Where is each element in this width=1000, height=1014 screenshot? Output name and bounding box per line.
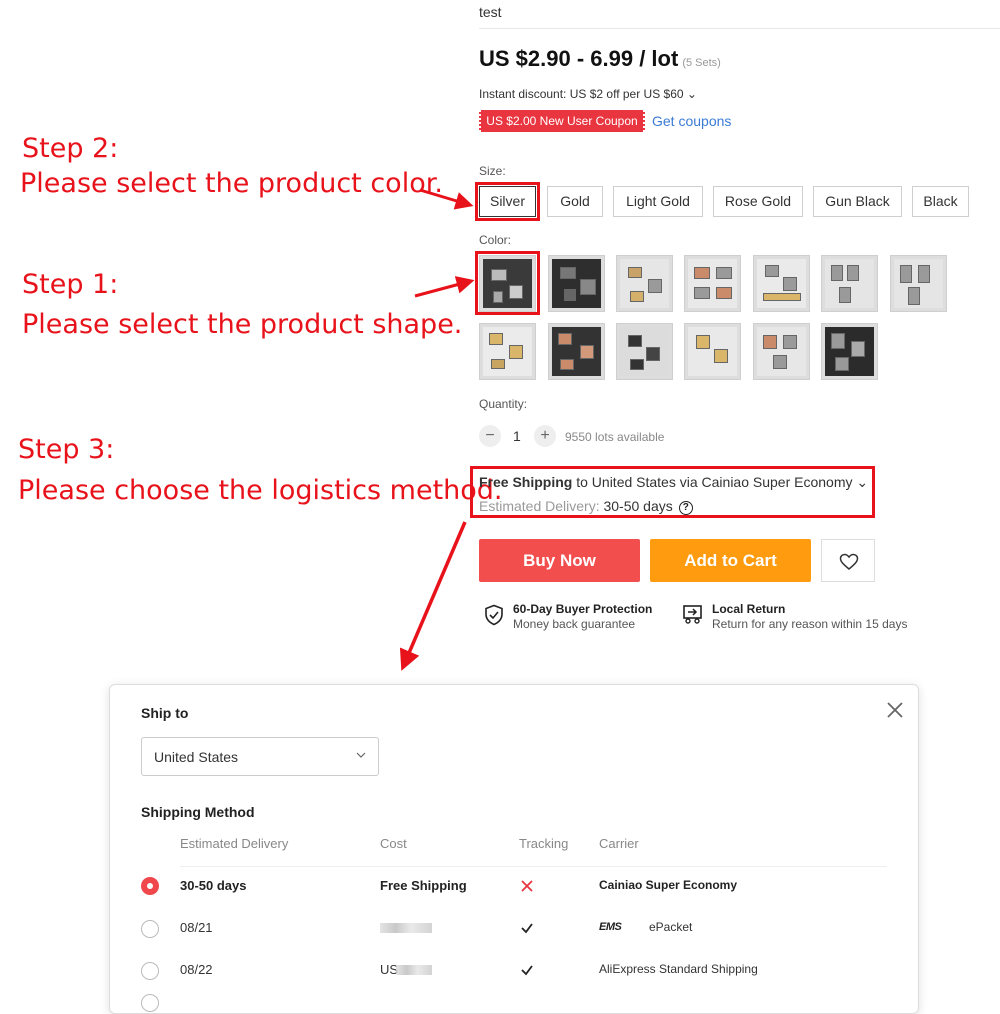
local-return-title: Local Return — [712, 602, 786, 616]
shipping-option-radio-3[interactable] — [141, 962, 159, 980]
step1-title: Step 1: — [22, 269, 119, 300]
size-option-black[interactable]: Black — [912, 186, 969, 217]
price: US $2.90 - 6.99 / lot (5 Sets) — [479, 46, 721, 72]
quantity-label: Quantity: — [479, 397, 528, 411]
step2-highlight-box — [475, 182, 540, 221]
shipping-option-radio-1[interactable] — [141, 877, 159, 895]
shipping-option-radio-2[interactable] — [141, 920, 159, 938]
row2-carrier: ePacket — [649, 920, 693, 934]
size-option-rose-gold[interactable]: Rose Gold — [713, 186, 803, 217]
size-label: Size: — [479, 164, 506, 178]
header-carrier: Carrier — [599, 836, 639, 851]
row2-cost-blurred — [380, 923, 432, 933]
step2-text: Please select the product color. — [20, 168, 443, 199]
coupon-badge: US $2.00 New User Coupon — [479, 110, 645, 132]
divider — [479, 28, 1000, 29]
buy-now-button[interactable]: Buy Now — [479, 539, 640, 582]
no-tracking-icon — [521, 880, 533, 892]
color-label: Color: — [479, 233, 512, 247]
step1-arrow — [414, 276, 475, 298]
row1-cost: Free Shipping — [380, 878, 467, 893]
color-swatch-10[interactable] — [616, 323, 673, 380]
step1-text: Please select the product shape. — [22, 309, 463, 340]
row1-delivery: 30-50 days — [180, 878, 247, 893]
lots-available: 9550 lots available — [565, 430, 665, 444]
add-to-cart-button[interactable]: Add to Cart — [650, 539, 811, 582]
step1-highlight-box — [475, 251, 540, 315]
buyer-protection-title: 60-Day Buyer Protection — [513, 602, 653, 616]
color-swatch-8[interactable] — [479, 323, 536, 380]
country-value: United States — [154, 749, 239, 765]
row3-delivery: 08/22 — [180, 962, 213, 977]
header-divider — [180, 866, 887, 867]
step2-title: Step 2: — [22, 133, 119, 164]
get-coupons-link[interactable]: Get coupons — [652, 113, 731, 129]
row2-delivery: 08/21 — [180, 920, 213, 935]
color-swatch-3[interactable] — [616, 255, 673, 312]
close-icon[interactable] — [885, 700, 905, 720]
color-swatch-6[interactable] — [821, 255, 878, 312]
header-tracking: Tracking — [519, 836, 569, 851]
row3-cost-blurred — [396, 965, 432, 975]
color-swatch-5[interactable] — [753, 255, 810, 312]
ems-logo: EMS — [599, 921, 622, 933]
color-swatch-12[interactable] — [753, 323, 810, 380]
step3-highlight-box — [470, 466, 875, 518]
color-swatch-7[interactable] — [890, 255, 947, 312]
color-swatch-4[interactable] — [684, 255, 741, 312]
instant-discount[interactable]: Instant discount: US $2 off per US $60 ⌄ — [479, 87, 697, 101]
size-option-light-gold[interactable]: Light Gold — [613, 186, 703, 217]
row1-carrier: Cainiao Super Economy — [599, 878, 738, 892]
chevron-down-icon — [356, 752, 366, 758]
step3-arrow — [399, 521, 467, 671]
quantity-decrease-button[interactable]: − — [479, 425, 501, 447]
color-swatch-11[interactable] — [684, 323, 741, 380]
header-cost: Cost — [380, 836, 407, 851]
price-note: (5 Sets) — [682, 57, 721, 69]
tracking-check-icon — [521, 965, 533, 976]
quantity-value[interactable]: 1 — [513, 428, 521, 444]
size-option-gold[interactable]: Gold — [547, 186, 603, 217]
size-option-gun-black[interactable]: Gun Black — [813, 186, 902, 217]
product-title: test — [479, 4, 502, 20]
step3-title: Step 3: — [18, 434, 115, 465]
price-range: US $2.90 - 6.99 / lot — [479, 46, 679, 71]
local-return-subtitle: Return for any reason within 15 days — [712, 617, 908, 631]
wishlist-button[interactable] — [821, 539, 875, 582]
tracking-check-icon — [521, 923, 533, 934]
return-icon — [683, 605, 702, 624]
step3-text: Please choose the logistics method. — [18, 475, 503, 506]
country-select[interactable]: United States — [141, 737, 379, 776]
row3-carrier: AliExpress Standard Shipping — [599, 962, 758, 976]
shipping-method-label: Shipping Method — [141, 804, 255, 820]
quantity-increase-button[interactable]: + — [534, 425, 556, 447]
buyer-protection-subtitle: Money back guarantee — [513, 617, 636, 631]
shipping-option-radio-4[interactable] — [141, 994, 159, 1012]
shield-icon — [485, 604, 503, 626]
heart-icon — [839, 553, 859, 570]
ship-to-label: Ship to — [141, 705, 189, 721]
color-swatch-2[interactable] — [548, 255, 605, 312]
color-swatch-9[interactable] — [548, 323, 605, 380]
header-estimated-delivery: Estimated Delivery — [180, 836, 289, 851]
color-swatch-13[interactable] — [821, 323, 878, 380]
